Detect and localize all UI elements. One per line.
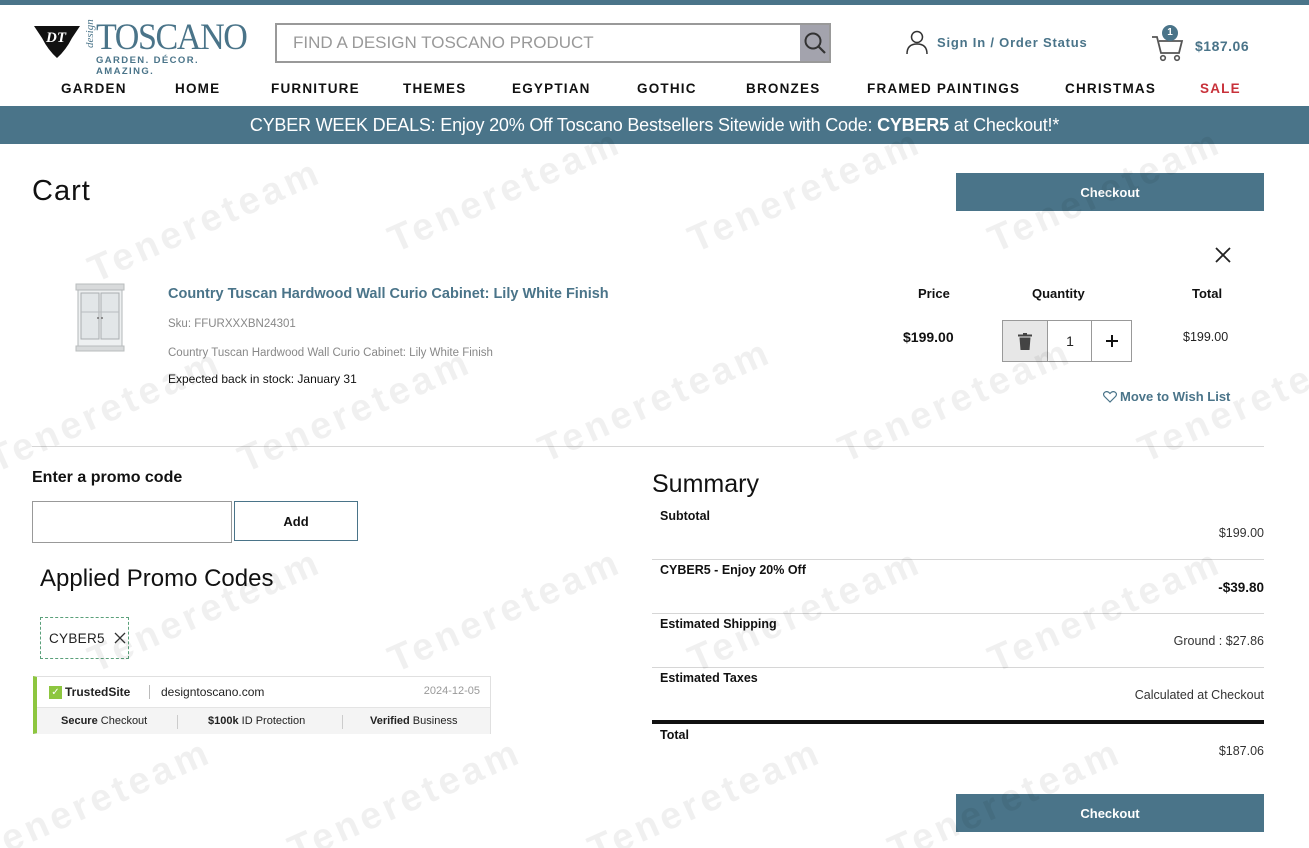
watermark-text: Tenereteam xyxy=(0,730,219,848)
summary-total-divider xyxy=(652,720,1264,724)
section-divider xyxy=(32,446,1264,447)
watermark-text: Tenereteam xyxy=(82,150,329,292)
remove-item-icon[interactable] xyxy=(1212,244,1234,266)
signin-label: Sign In / Order Status xyxy=(937,34,1088,50)
trusted-badge-verified: Verified Business xyxy=(370,715,458,727)
item-total: $199.00 xyxy=(1183,330,1229,344)
trusted-domain: designtoscano.com xyxy=(161,685,265,699)
promo-banner-code: CYBER5 xyxy=(877,115,949,135)
nav-item-framed-paintings[interactable]: FRAMED PAINTINGS xyxy=(867,81,1020,96)
total-value: $187.06 xyxy=(1218,744,1264,758)
nav-item-christmas[interactable]: CHRISTMAS xyxy=(1065,81,1156,96)
trash-icon xyxy=(1018,332,1033,350)
logo[interactable]: DT design TOSCANO GARDEN. DÉCOR. AMAZING… xyxy=(32,17,248,77)
main-nav: GARDEN HOME FURNITURE THEMES EGYPTIAN GO… xyxy=(0,81,1309,99)
search-button[interactable] xyxy=(800,25,829,61)
quantity-stepper xyxy=(1002,320,1132,362)
cart-count-badge: 1 xyxy=(1162,25,1178,41)
trusted-divider xyxy=(177,715,178,729)
logo-script-text: design xyxy=(84,19,96,48)
summary-value: -$39.80 xyxy=(1218,580,1264,595)
total-label: Total xyxy=(660,728,689,742)
trustedsite-logo-text: TrustedSite xyxy=(65,685,131,699)
quantity-input[interactable] xyxy=(1048,321,1092,361)
search-box xyxy=(275,23,831,63)
plus-icon xyxy=(1105,335,1118,347)
product-description: Country Tuscan Hardwood Wall Curio Cabin… xyxy=(168,347,493,359)
nav-item-furniture[interactable]: FURNITURE xyxy=(271,81,360,96)
signin-link[interactable]: Sign In / Order Status xyxy=(905,30,1088,54)
stock-status: Expected back in stock: January 31 xyxy=(168,372,357,386)
cart-amount: $187.06 xyxy=(1195,38,1250,54)
summary-title: Summary xyxy=(652,470,759,498)
logo-tagline: GARDEN. DÉCOR. AMAZING. xyxy=(96,55,199,77)
heart-icon xyxy=(1103,390,1117,403)
promo-chip: CYBER5 xyxy=(40,617,129,659)
summary-row-taxes: Estimated Taxes Calculated at Checkout xyxy=(652,668,1264,722)
increase-quantity-button[interactable] xyxy=(1091,321,1131,361)
promo-banner[interactable]: CYBER WEEK DEALS: Enjoy 20% Off Toscano … xyxy=(0,106,1309,144)
product-name-link[interactable]: Country Tuscan Hardwood Wall Curio Cabin… xyxy=(168,286,609,302)
watermark-text: Tenereteam xyxy=(0,340,229,482)
summary-row-total: Total $187.06 xyxy=(652,726,1264,766)
summary-label: Estimated Shipping xyxy=(660,617,777,631)
price-column-header: Price xyxy=(918,286,950,301)
logo-mark-icon: DT xyxy=(34,26,80,58)
product-sku: Sku: FFURXXXBN24301 xyxy=(168,318,296,330)
summary-label: Subtotal xyxy=(660,509,710,523)
wish-list-label: Move to Wish List xyxy=(1120,389,1231,404)
quantity-column-header: Quantity xyxy=(1032,286,1085,301)
move-to-wish-list-link[interactable]: Move to Wish List xyxy=(1103,389,1230,404)
nav-item-egyptian[interactable]: EGYPTIAN xyxy=(512,81,591,96)
checkout-button-bottom[interactable]: Checkout xyxy=(956,794,1264,832)
applied-promo-title: Applied Promo Codes xyxy=(40,565,274,592)
delete-button[interactable] xyxy=(1003,321,1049,361)
summary-value: Ground : $27.86 xyxy=(1173,634,1264,648)
nav-item-themes[interactable]: THEMES xyxy=(403,81,466,96)
search-input[interactable] xyxy=(277,25,801,61)
trustedsite-logo: ✓ TrustedSite xyxy=(49,685,130,699)
checkout-button-top[interactable]: Checkout xyxy=(956,173,1264,211)
summary-row-subtotal: Subtotal $199.00 xyxy=(652,506,1264,560)
search-icon xyxy=(804,32,826,54)
trusted-badge-secure: Secure Checkout xyxy=(61,715,148,727)
promo-code-input[interactable] xyxy=(32,501,232,543)
product-thumbnail[interactable] xyxy=(70,282,130,354)
nav-item-bronzes[interactable]: BRONZES xyxy=(746,81,820,96)
trustedsite-badge[interactable]: ✓ TrustedSite designtoscano.com 2024-12-… xyxy=(33,676,491,734)
total-column-header: Total xyxy=(1192,286,1223,301)
add-promo-button[interactable]: Add xyxy=(234,501,358,541)
remove-promo-icon[interactable] xyxy=(114,632,126,644)
promo-banner-suffix: at Checkout!* xyxy=(948,115,1060,135)
svg-text:DT: DT xyxy=(45,30,67,46)
trusted-divider xyxy=(342,715,343,729)
summary-label: CYBER5 - Enjoy 20% Off xyxy=(660,563,806,577)
nav-item-home[interactable]: HOME xyxy=(175,81,220,96)
nav-item-garden[interactable]: GARDEN xyxy=(61,81,127,96)
user-icon xyxy=(906,30,928,54)
trusted-badge-protection: $100k ID Protection xyxy=(208,715,306,727)
watermark-text: Tenereteam xyxy=(232,340,479,482)
check-icon: ✓ xyxy=(49,685,62,699)
promo-chip-code: CYBER5 xyxy=(49,630,105,646)
promo-code-label: Enter a promo code xyxy=(32,469,183,486)
summary-value: Calculated at Checkout xyxy=(1134,688,1264,702)
watermark-text: Tenereteam xyxy=(382,540,629,682)
trusted-separator xyxy=(149,685,150,699)
top-accent-line xyxy=(0,0,1309,5)
page-title: Cart xyxy=(32,175,91,207)
logo-brand-text: TOSCANO xyxy=(96,17,248,58)
summary-row-discount: CYBER5 - Enjoy 20% Off -$39.80 xyxy=(652,560,1264,614)
item-price: $199.00 xyxy=(903,329,954,345)
summary-row-shipping: Estimated Shipping Ground : $27.86 xyxy=(652,614,1264,668)
watermark-text: Tenereteam xyxy=(82,540,329,682)
nav-item-sale[interactable]: SALE xyxy=(1200,81,1241,96)
watermark-text: Tenereteam xyxy=(532,330,779,472)
trusted-date: 2024-12-05 xyxy=(423,685,480,697)
nav-item-gothic[interactable]: GOTHIC xyxy=(637,81,697,96)
watermark-text: Tenereteam xyxy=(282,730,529,848)
summary-value: $199.00 xyxy=(1218,526,1264,540)
promo-banner-prefix: CYBER WEEK DEALS: Enjoy 20% Off Toscano … xyxy=(249,115,878,135)
summary-label: Estimated Taxes xyxy=(660,671,758,685)
